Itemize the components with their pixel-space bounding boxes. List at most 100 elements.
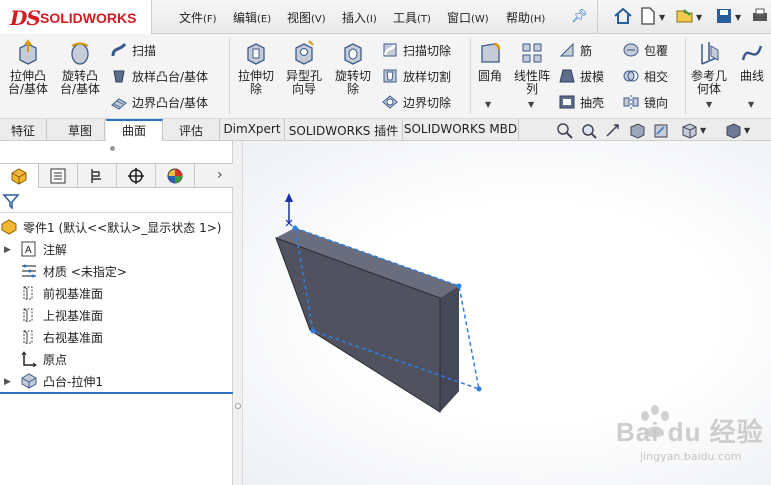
draft-button[interactable]: 拔模 [558, 66, 604, 86]
tree-item-right-plane[interactable]: 右视基准面 [20, 327, 103, 347]
tree-item-material[interactable]: 材质 <未指定> [20, 261, 127, 281]
rollback-bar[interactable] [0, 392, 233, 394]
filter-icon[interactable] [2, 192, 20, 210]
tree-filter[interactable] [0, 189, 233, 213]
lofted-cut-button[interactable]: 放样切割 [381, 66, 451, 86]
reference-geometry-button[interactable]: 参考几何体 [689, 38, 729, 96]
annotation-icon: A [21, 241, 36, 257]
section-view-icon[interactable] [628, 122, 646, 140]
chevron-down-icon[interactable]: ▼ [485, 100, 491, 109]
svg-text:A: A [25, 245, 32, 256]
tab-dimxpert-manager[interactable] [117, 164, 156, 188]
loft-boss-button[interactable]: 放样凸台/基体 [110, 66, 208, 86]
menu-edit[interactable]: 编辑(E) [233, 9, 271, 26]
mirror-button[interactable]: 镜向 [622, 92, 668, 112]
baidu-watermark: Bai du 经验 jingyan.baidu.com [592, 404, 767, 474]
tab-surfaces[interactable]: 曲面 [106, 119, 163, 141]
tree-item-annotations[interactable]: A 注解 [20, 239, 67, 259]
panel-drag-handle[interactable] [110, 146, 115, 151]
sketch-point[interactable] [456, 283, 462, 289]
revolve-cut-icon [344, 43, 362, 65]
tree-item-part[interactable]: 零件1 (默认<<默认>_显示状态 1>) [0, 217, 221, 237]
tab-solidworks-addins[interactable]: SOLIDWORKS 插件 [285, 119, 403, 141]
menu-window[interactable]: 窗口(W) [447, 9, 489, 26]
lofted-cut-icon [383, 69, 397, 83]
ribbon-separator [229, 38, 230, 114]
previous-view-icon[interactable] [604, 122, 622, 140]
chevron-down-icon[interactable]: ▼ [528, 100, 534, 109]
linear-pattern-label: 线性阵列 [513, 69, 550, 96]
part-body-right-face[interactable] [440, 286, 459, 412]
menu-file[interactable]: 文件(F) [179, 9, 217, 26]
menu-tools-label: 工具 [393, 11, 418, 25]
revolve-cut-button[interactable]: 旋转切除 [330, 38, 376, 96]
tab-sketch[interactable]: 草图 [56, 119, 105, 141]
tab-solidworks-mbd[interactable]: SOLIDWORKS MBD [403, 119, 519, 141]
expand-arrow-icon[interactable]: ▶ [4, 245, 11, 255]
chevron-down-icon[interactable]: ▼ [744, 126, 750, 135]
boundary-boss-button[interactable]: 边界凸台/基体 [110, 92, 208, 112]
chevron-down-icon[interactable]: ▼ [748, 100, 754, 109]
menu-insert[interactable]: 插入(I) [342, 9, 377, 26]
fillet-button[interactable]: 圆角 [474, 38, 506, 83]
feature-tree-icon [11, 168, 27, 185]
swept-cut-icon [383, 43, 397, 57]
sketch-point[interactable] [476, 386, 482, 392]
extrude-boss-button[interactable]: 拉伸凸台/基体 [4, 38, 52, 96]
splitter-knob[interactable] [235, 403, 241, 409]
revolve-boss-button[interactable]: 旋转凸台/基体 [56, 38, 104, 96]
intersect-button[interactable]: 相交 [622, 66, 668, 86]
tree-item-front-plane[interactable]: 前视基准面 [20, 283, 103, 303]
menu-view[interactable]: 视图(V) [287, 9, 326, 26]
menu-help[interactable]: 帮助(H) [506, 9, 545, 26]
tab-feature-manager[interactable] [0, 164, 39, 188]
chevron-down-icon[interactable]: ▼ [706, 100, 712, 109]
mirror-label: 镜向 [644, 95, 669, 110]
solidworks-logo[interactable]: DS SOLIDWORKS [0, 0, 152, 34]
save-icon[interactable] [714, 6, 734, 26]
swept-cut-button[interactable]: 扫描切除 [381, 40, 451, 60]
wrap-button[interactable]: 包覆 [622, 40, 668, 60]
tree-item-origin[interactable]: 原点 [20, 349, 67, 369]
shell-button[interactable]: 抽壳 [558, 92, 604, 112]
zoom-area-icon[interactable] [580, 122, 598, 140]
sketch-point[interactable] [310, 328, 316, 334]
curves-button[interactable]: 曲线 [733, 38, 771, 83]
plane-icon [23, 308, 33, 322]
boundary-cut-icon [382, 95, 398, 109]
tab-property-manager[interactable] [39, 164, 78, 188]
boundary-cut-button[interactable]: 边界切除 [381, 92, 451, 112]
tree-item-boss-extrude[interactable]: 凸台-拉伸1 [20, 371, 103, 391]
view-orientation-icon[interactable] [680, 122, 698, 140]
tab-features[interactable]: 特征 [0, 119, 47, 141]
linear-pattern-button[interactable]: 线性阵列 [510, 38, 554, 96]
pin-icon[interactable]: 📌︎ [571, 9, 588, 24]
tab-evaluate[interactable]: 评估 [163, 119, 220, 141]
tree-item-top-plane[interactable]: 上视基准面 [20, 305, 103, 325]
tab-display-manager[interactable] [156, 164, 195, 188]
sweep-button[interactable]: 扫描 [110, 40, 156, 60]
print-icon[interactable] [750, 6, 770, 26]
hole-wizard-button[interactable]: 异型孔向导 [282, 38, 326, 96]
menu-tools[interactable]: 工具(T) [393, 9, 431, 26]
dynamic-annotation-icon[interactable] [652, 122, 670, 140]
extrude-cut-button[interactable]: 拉伸切除 [233, 38, 279, 96]
display-style-icon[interactable] [724, 122, 742, 140]
panel-splitter[interactable] [233, 141, 243, 485]
zoom-to-fit-icon[interactable] [556, 122, 574, 140]
tab-configuration-manager[interactable] [78, 164, 117, 188]
home-icon[interactable] [613, 6, 633, 26]
expand-arrow-icon[interactable]: ▶ [4, 377, 11, 387]
revolve-boss-label: 旋转凸台/基体 [59, 69, 101, 96]
chevron-down-icon[interactable]: ▼ [696, 13, 702, 22]
new-document-icon[interactable] [638, 6, 658, 26]
chevron-down-icon[interactable]: ▼ [735, 13, 741, 22]
tab-dimxpert[interactable]: DimXpert [220, 119, 285, 141]
rib-button[interactable]: 筋 [558, 40, 592, 60]
sketch-point[interactable] [292, 225, 298, 231]
tree-item-label: 材质 <未指定> [43, 264, 127, 279]
open-folder-icon[interactable] [675, 6, 695, 26]
chevron-down-icon[interactable]: ▼ [659, 13, 665, 22]
chevron-down-icon[interactable]: ▼ [700, 126, 706, 135]
chevron-right-icon[interactable]: › [217, 167, 223, 183]
